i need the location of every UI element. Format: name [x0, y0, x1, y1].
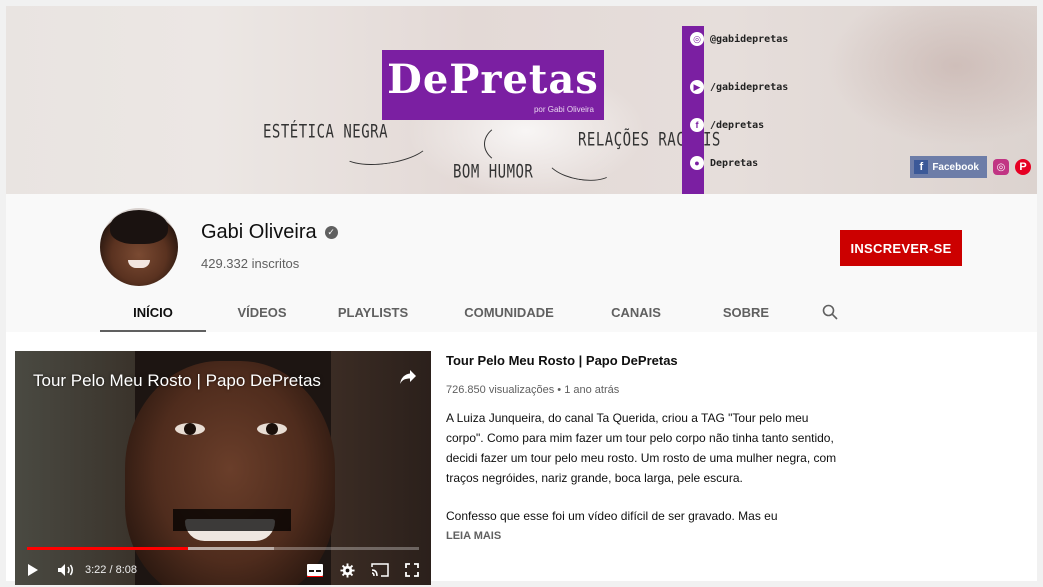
video-caption — [173, 509, 291, 531]
tab-inicio[interactable]: INÍCIO — [100, 292, 206, 332]
facebook-icon: f — [690, 118, 704, 132]
video-player[interactable]: Tour Pelo Meu Rosto | Papo DePretas 3:22… — [15, 351, 431, 585]
instagram-icon: ◎ — [690, 32, 704, 46]
subtitles-icon — [307, 564, 323, 577]
cast-button[interactable] — [371, 555, 389, 585]
player-controls: 3:22 / 8:08 — [15, 555, 431, 585]
banner-social-youtube: ▶ /gabidepretas — [690, 80, 788, 94]
facebook-icon: f — [914, 160, 929, 174]
verified-icon: ✓ — [324, 226, 338, 239]
channel-banner: ESTÉTICA NEGRA BOM HUMOR RELAÇÕES RACIAI… — [6, 6, 1037, 194]
tab-comunidade[interactable]: COMUNIDADE — [428, 292, 590, 332]
gear-icon — [340, 562, 355, 578]
fullscreen-icon — [405, 563, 419, 577]
play-button[interactable] — [27, 555, 39, 585]
facebook-link[interactable]: f Facebook — [910, 156, 987, 178]
progress-fill — [27, 547, 188, 550]
tab-videos[interactable]: VÍDEOS — [206, 292, 318, 332]
banner-social-instagram: ◎ @gabidepretas — [690, 32, 788, 46]
time-display: 3:22 / 8:08 — [85, 564, 137, 576]
subscriber-count: 429.332 inscritos — [201, 256, 300, 271]
search-icon — [822, 304, 838, 320]
channel-search-button[interactable] — [810, 292, 850, 332]
channel-tabs: INÍCIO VÍDEOS PLAYLISTS COMUNIDADE CANAI… — [100, 292, 850, 332]
settings-button[interactable] — [340, 555, 355, 585]
cast-icon — [371, 563, 389, 577]
channel-header: Gabi Oliveira ✓ 429.332 inscritos INSCRE… — [6, 194, 1037, 332]
tab-sobre[interactable]: SOBRE — [682, 292, 810, 332]
read-more-button[interactable]: LEIA MAIS — [446, 530, 501, 542]
channel-name: Gabi Oliveira ✓ — [201, 221, 338, 244]
pinterest-icon: P — [1019, 161, 1027, 173]
featured-title[interactable]: Tour Pelo Meu Rosto | Papo DePretas — [446, 353, 846, 368]
instagram-link[interactable]: ◎ — [993, 159, 1009, 175]
banner-social-snapchat: ● Depretas — [690, 156, 758, 170]
banner-links: f Facebook ◎ P — [910, 156, 1031, 178]
subscribe-button[interactable]: INSCREVER-SE — [840, 230, 962, 266]
banner-social-facebook: f /depretas — [690, 118, 764, 132]
play-icon — [28, 564, 38, 576]
featured-section: Tour Pelo Meu Rosto | Papo DePretas 3:22… — [6, 332, 1037, 585]
share-button[interactable] — [399, 369, 417, 390]
share-icon — [400, 370, 416, 384]
fullscreen-button[interactable] — [405, 555, 419, 585]
tab-playlists[interactable]: PLAYLISTS — [318, 292, 428, 332]
banner-logo: DePretas por Gabi Oliveira — [382, 50, 604, 120]
snapchat-icon: ● — [690, 156, 704, 170]
instagram-icon: ◎ — [996, 161, 1006, 173]
volume-button[interactable] — [57, 555, 75, 585]
featured-details: Tour Pelo Meu Rosto | Papo DePretas 726.… — [446, 353, 846, 544]
volume-icon — [58, 564, 73, 576]
video-overlay-title[interactable]: Tour Pelo Meu Rosto | Papo DePretas — [33, 371, 321, 391]
featured-meta: 726.850 visualizações • 1 ano atrás — [446, 384, 620, 396]
pinterest-link[interactable]: P — [1015, 159, 1031, 175]
subtitles-button[interactable] — [306, 555, 324, 585]
featured-description: A Luiza Junqueira, do canal Ta Querida, … — [446, 411, 837, 523]
avatar[interactable] — [100, 208, 178, 286]
youtube-icon: ▶ — [690, 80, 704, 94]
tab-canais[interactable]: CANAIS — [590, 292, 682, 332]
progress-bar[interactable] — [27, 547, 419, 550]
